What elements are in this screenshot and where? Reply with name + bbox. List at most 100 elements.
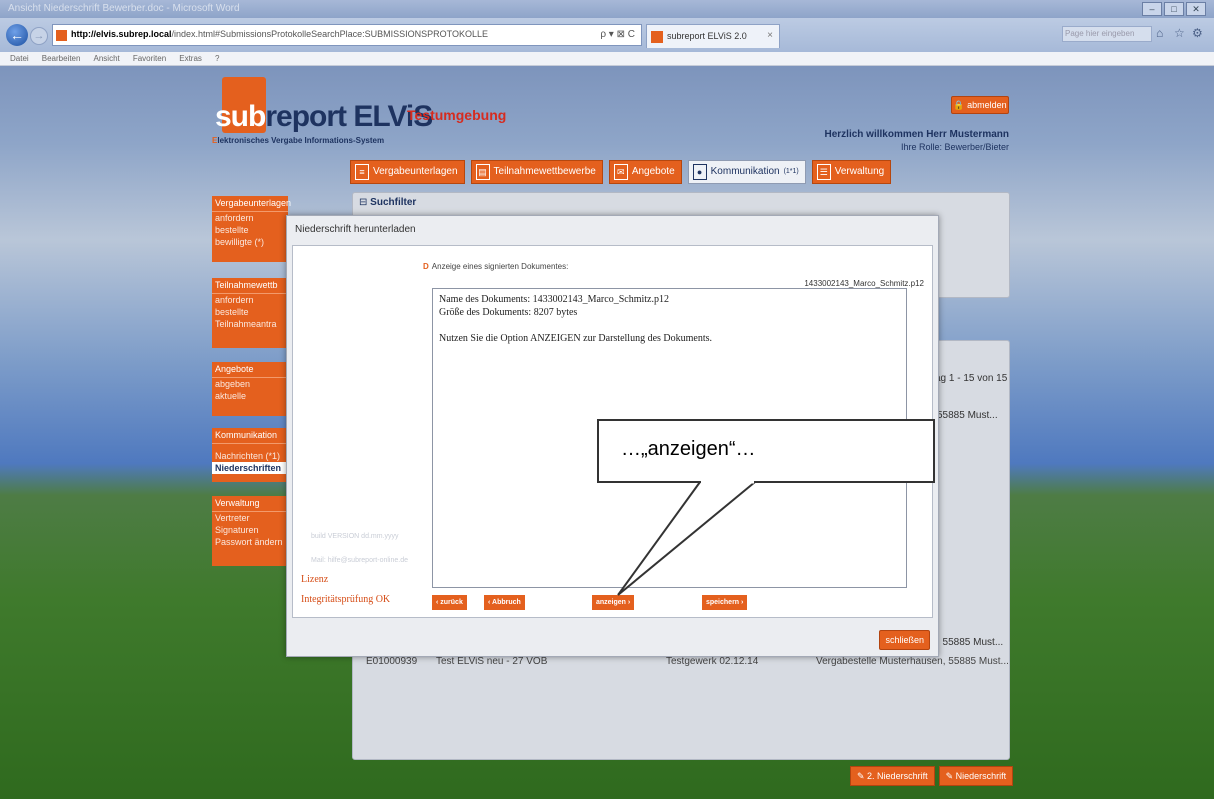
sidebar-item-niederschriften[interactable]: Niederschriften [212,462,288,474]
window-titlebar: Ansicht Niederschrift Bewerber.doc - Mic… [0,0,1214,18]
sidebar-item[interactable]: abgeben [212,378,288,390]
sidebar-group-teilnahme: Teilnahmewettb anfordern bestellte Teiln… [212,278,288,348]
environment-label: Testumgebung [407,107,507,123]
window-controls: – □ ✕ [1142,2,1206,16]
nav-teilnahmewettbewerbe[interactable]: ▤ Teilnahmewettbewerbe [470,160,603,184]
abort-button[interactable]: ‹ Abbruch [484,595,525,610]
save-button[interactable]: speichern › [702,595,748,610]
sidebar-group-angebote: Angebote abgeben aktuelle [212,362,288,416]
logo: subreport ELViS [215,100,433,133]
main-navigation: ≡ Vergabeunterlagen ▤ Teilnahmewettbewerbe… [350,160,892,184]
address-controls[interactable]: ρ ▾ ⊠ C [600,29,635,40]
pencil-icon: ✎ [945,771,956,781]
close-button[interactable]: schließen [879,630,930,650]
tab-label: subreport ELViS 2.0 [667,31,747,41]
tab-favicon-icon [651,31,663,43]
logout-button[interactable]: 🔒 abmelden [951,96,1009,114]
sidebar-item[interactable]: bestellte [212,306,288,318]
table-row-partial[interactable]: 55885 Must... [937,410,998,421]
address-url[interactable]: http://elvis.subrep.local/index.html#Sub… [71,29,488,39]
browser-search-input[interactable]: Page hier eingeben [1062,26,1152,42]
tab-close-icon[interactable]: × [767,30,773,41]
nav-vergabeunterlagen[interactable]: ≡ Vergabeunterlagen [350,160,465,184]
pencil-icon: ✎ [857,771,868,781]
forward-arrow-icon[interactable]: → [30,27,48,45]
browser-tab[interactable]: subreport ELViS 2.0 × [646,24,780,48]
sidebar-item[interactable]: Signaturen [212,524,288,536]
sidebar-heading[interactable]: Verwaltung [212,496,288,512]
callout-box: …„anzeigen“… [597,419,935,483]
window-title: Ansicht Niederschrift Bewerber.doc - Mic… [8,3,240,14]
back-arrow-icon[interactable]: ← [6,24,28,46]
user-icon: ● [692,164,707,180]
browser-navbar: ← → http://elvis.subrep.local/index.html… [0,18,1214,52]
user-role: Ihre Rolle: Bewerber/Bieter [900,142,1009,152]
doc-hint-line: Nutzen Sie die Option ANZEIGEN zur Darst… [439,333,713,344]
row-type: Testgewerk 02.12.14 [666,656,759,667]
sidebar-item[interactable]: bestellte [212,224,288,236]
bottom-actions: ✎ 2. Niederschrift ✎ Niederschrift [850,766,1014,786]
lock-icon: 🔒 [953,100,968,110]
menu-ansicht[interactable]: Ansicht [94,54,120,63]
sidebar-group-kommunikation: Kommunikation Nachrichten (*1) Niedersch… [212,428,288,482]
site-favicon-icon [56,30,67,41]
pager-text: ag 1 - 15 von 15 [935,373,1008,384]
sidebar-item[interactable]: bewilligte (*) [212,236,288,248]
sidebar-item[interactable]: Teilnahmeantra [212,318,288,330]
nav-angebote[interactable]: ✉ Angebote [608,160,682,184]
doc-size-line: Größe des Dokuments: 8207 bytes [439,307,578,318]
sidebar-heading[interactable]: Teilnahmewettb [212,278,288,294]
sidebar-heading[interactable]: Vergabeunterlagen [212,196,291,212]
browser-tools: Page hier eingeben ⌂ ☆ ⚙ [1062,26,1206,42]
address-bar[interactable]: http://elvis.subrep.local/index.html#Sub… [52,24,642,46]
license-link[interactable]: Lizenz [301,574,328,585]
home-icon[interactable]: ⌂ [1156,26,1170,40]
show-button[interactable]: anzeigen › [592,595,635,610]
settings-gear-icon[interactable]: ⚙ [1192,26,1206,40]
callout-text: …„anzeigen“… [621,438,756,460]
sidebar-heading[interactable]: Kommunikation [212,428,288,444]
menu-datei[interactable]: Datei [10,54,29,63]
dialog-actions: ‹ zurück ‹ Abbruch anzeigen › speichern … [432,595,907,611]
row-id: E01000939 [366,656,418,667]
browser-menubar: Datei Bearbeiten Ansicht Favoriten Extra… [0,52,1214,66]
build-info: build VERSION dd.mm.yyyy [311,533,399,540]
nav-verwaltung[interactable]: ☰ Verwaltung [811,160,892,184]
sidebar-item[interactable]: anfordern [212,212,288,224]
row-title: Test ELViS neu - 27 VOB [436,656,548,667]
document-icon: ≡ [355,164,369,180]
logo-tagline: Elektronisches Vergabe Informations-Syst… [212,136,385,145]
sidebar-item[interactable]: anfordern [212,294,288,306]
close-window-button[interactable]: ✕ [1186,2,1206,16]
hint-text: D Anzeige eines signierten Dokumentes: [423,262,569,271]
row-place: Vergabestelle Musterhausen, 55885 Must..… [816,656,1009,667]
admin-icon: ☰ [816,164,831,180]
table-row-partial[interactable]: , 55885 Must... [937,637,1003,648]
second-niederschrift-button[interactable]: ✎ 2. Niederschrift [850,766,935,786]
form-icon: ▤ [475,164,490,180]
menu-bearbeiten[interactable]: Bearbeiten [42,54,81,63]
integrity-status: Integritätsprüfung OK [301,594,391,605]
sidebar-heading[interactable]: Angebote [212,362,288,378]
niederschrift-button[interactable]: ✎ Niederschrift [938,766,1014,786]
maximize-button[interactable]: □ [1164,2,1184,16]
minimize-button[interactable]: – [1142,2,1162,16]
welcome-text: Herzlich willkommen Herr Mustermann [824,129,1010,140]
sidebar-item[interactable]: Vertreter [212,512,288,524]
bullet-icon: D [423,262,429,271]
menu-favoriten[interactable]: Favoriten [133,54,166,63]
file-name: 1433002143_Marco_Schmitz.p12 [804,279,924,288]
back-button[interactable]: ‹ zurück [432,595,467,610]
search-filter-heading[interactable]: ⊟ Suchfilter [353,193,1009,212]
menu-extras[interactable]: Extras [179,54,202,63]
sidebar-group-verwaltung: Verwaltung Vertreter Signaturen Passwort… [212,496,288,566]
doc-name-line: Name des Dokuments: 1433002143_Marco_Sch… [439,294,669,305]
collapse-icon: ⊟ [359,197,371,208]
nav-kommunikation[interactable]: ● Kommunikation (1*1) [687,160,806,184]
offer-icon: ✉ [613,164,628,180]
sidebar-item[interactable]: Passwort ändern [212,536,288,548]
favorites-star-icon[interactable]: ☆ [1174,26,1188,40]
sidebar-item[interactable]: aktuelle [212,390,288,402]
sidebar-item[interactable]: Nachrichten (*1) [212,450,288,462]
menu-help[interactable]: ? [215,54,219,63]
